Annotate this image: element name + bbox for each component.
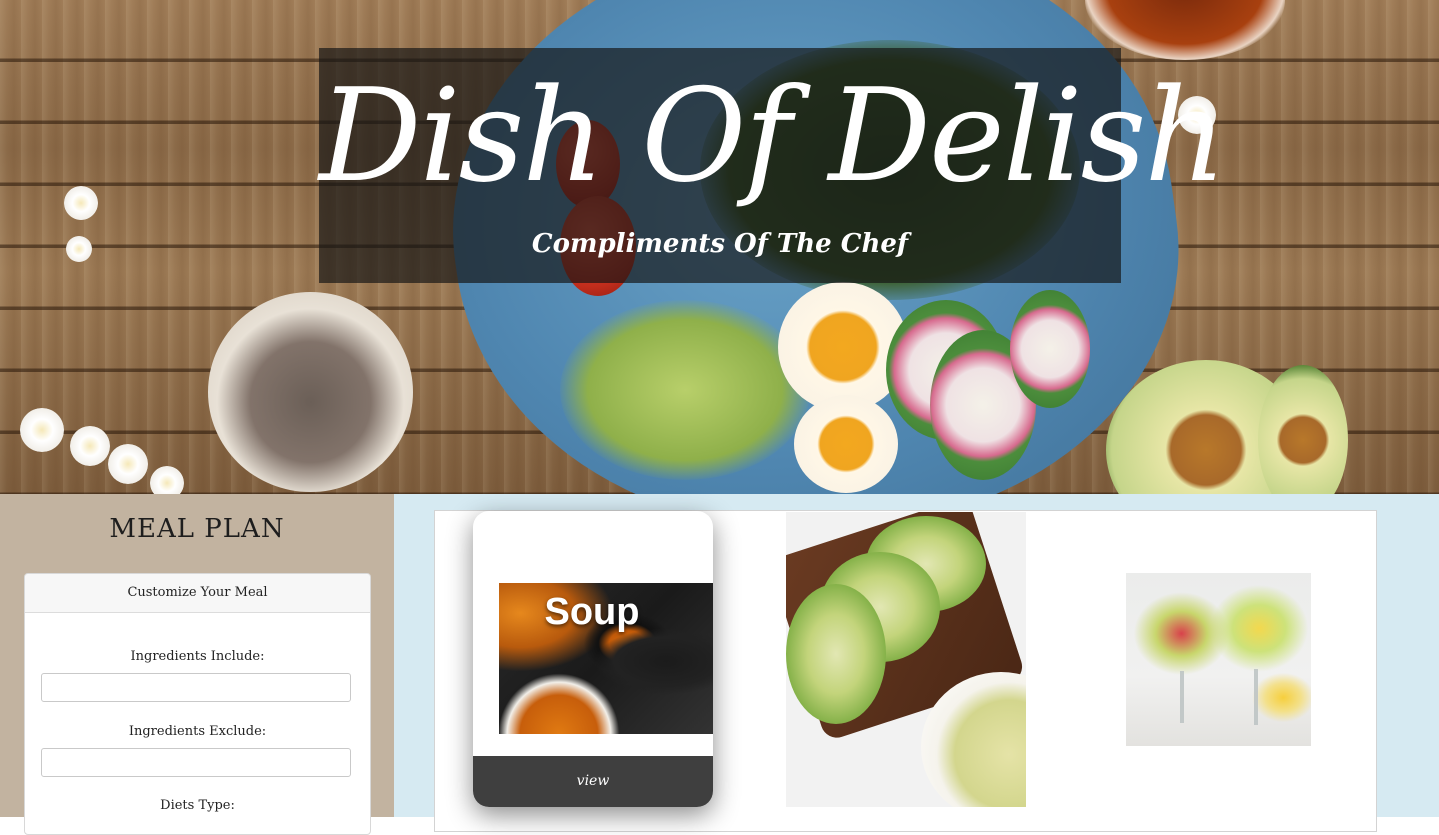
glass-stem bbox=[1180, 671, 1184, 723]
main-content: Soup view bbox=[394, 494, 1439, 832]
customize-meal-card: Customize Your Meal Ingredients Include:… bbox=[24, 573, 371, 835]
view-button[interactable]: view bbox=[473, 756, 713, 807]
diets-type-label: Diets Type: bbox=[160, 798, 235, 813]
title-box: Dish Of Delish Compliments Of The Chef bbox=[319, 48, 1227, 283]
flower-image bbox=[66, 236, 92, 262]
ingredients-exclude-input[interactable] bbox=[41, 748, 351, 777]
flower-image bbox=[150, 466, 184, 494]
flower-image bbox=[64, 186, 98, 220]
soup-recipe-card[interactable]: Soup view bbox=[473, 511, 713, 807]
ingredients-include-input[interactable] bbox=[41, 673, 351, 702]
meal-plan-heading: MEAL PLAN bbox=[109, 514, 285, 544]
avocado-image bbox=[1258, 365, 1348, 494]
noodles-image bbox=[560, 300, 810, 480]
lettuce-wraps-image[interactable] bbox=[786, 512, 1026, 807]
flower-image bbox=[70, 426, 110, 466]
hero-banner: Dish Of Delish Compliments Of The Chef bbox=[0, 0, 1439, 494]
flower-image bbox=[108, 444, 148, 484]
flower-image bbox=[20, 408, 64, 452]
meal-plan-sidebar: MEAL PLAN Customize Your Meal Ingredient… bbox=[0, 494, 394, 835]
recipe-gallery: Soup view bbox=[434, 510, 1377, 832]
drinks-image[interactable] bbox=[1126, 573, 1311, 746]
egg-image bbox=[794, 395, 898, 493]
radish-image bbox=[1010, 290, 1090, 408]
lettuce-wrap-image bbox=[786, 584, 886, 724]
site-subtitle: Compliments Of The Chef bbox=[531, 229, 909, 259]
card-header: Customize Your Meal bbox=[25, 574, 370, 613]
site-title: Dish Of Delish bbox=[319, 62, 1227, 211]
ingredients-include-label: Ingredients Include: bbox=[130, 649, 265, 664]
soup-card-label: Soup bbox=[544, 591, 640, 633]
glass-stem bbox=[1254, 669, 1258, 725]
ingredients-exclude-label: Ingredients Exclude: bbox=[128, 724, 267, 739]
pepper-bowl-image bbox=[208, 292, 413, 492]
